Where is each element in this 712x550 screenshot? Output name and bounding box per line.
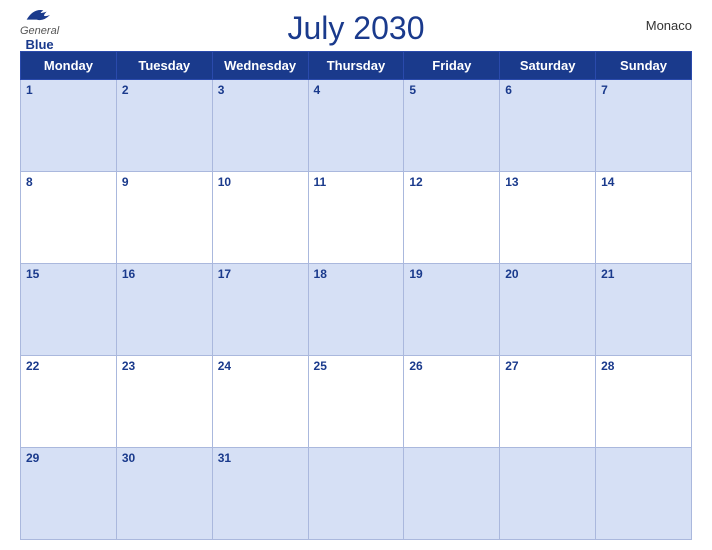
calendar-day-cell: 17 [212,264,308,356]
calendar-day-cell: 11 [308,172,404,264]
calendar-day-cell: 1 [21,80,117,172]
calendar-week-row: 1 2 3 4 5 6 7 [21,80,692,172]
calendar-day-cell: 3 [212,80,308,172]
calendar-week-row: 22 23 24 25 26 27 28 [21,356,692,448]
header-monday: Monday [21,52,117,80]
calendar-week-row: 29 30 31 [21,448,692,540]
header-thursday: Thursday [308,52,404,80]
day-number: 2 [122,83,129,97]
day-number: 28 [601,359,614,373]
calendar-day-cell: 12 [404,172,500,264]
logo-bird-icon [22,5,58,25]
calendar-day-cell: 5 [404,80,500,172]
day-number: 23 [122,359,135,373]
day-number: 5 [409,83,416,97]
calendar-body: 1234567891011121314151617181920212223242… [21,80,692,540]
day-number: 1 [26,83,33,97]
calendar-day-cell [308,448,404,540]
calendar-day-cell: 24 [212,356,308,448]
day-number: 15 [26,267,39,281]
day-number: 13 [505,175,518,189]
generalblue-logo: General Blue [20,5,59,52]
day-number: 21 [601,267,614,281]
calendar-week-row: 15 16 17 18 19 20 21 [21,264,692,356]
calendar-title: July 2030 [288,10,425,47]
calendar-day-cell: 20 [500,264,596,356]
day-number: 8 [26,175,33,189]
day-number: 11 [314,175,327,189]
calendar-day-cell: 23 [116,356,212,448]
weekday-header-row: Monday Tuesday Wednesday Thursday Friday… [21,52,692,80]
calendar-day-cell [596,448,692,540]
day-number: 12 [409,175,422,189]
day-number: 18 [314,267,327,281]
header-friday: Friday [404,52,500,80]
calendar-day-cell: 18 [308,264,404,356]
calendar-day-cell: 30 [116,448,212,540]
calendar-day-cell: 26 [404,356,500,448]
calendar-day-cell: 4 [308,80,404,172]
calendar-day-cell: 28 [596,356,692,448]
header-saturday: Saturday [500,52,596,80]
calendar-week-row: 8 9 10 11 12 13 14 [21,172,692,264]
calendar-day-cell: 2 [116,80,212,172]
day-number: 16 [122,267,135,281]
day-number: 7 [601,83,608,97]
header-sunday: Sunday [596,52,692,80]
day-number: 14 [601,175,614,189]
day-number: 29 [26,451,39,465]
calendar-day-cell: 13 [500,172,596,264]
day-number: 17 [218,267,231,281]
header-tuesday: Tuesday [116,52,212,80]
calendar-day-cell: 8 [21,172,117,264]
calendar-day-cell: 25 [308,356,404,448]
calendar-day-cell: 9 [116,172,212,264]
calendar-day-cell: 10 [212,172,308,264]
calendar-day-cell: 19 [404,264,500,356]
day-number: 9 [122,175,129,189]
day-number: 27 [505,359,518,373]
day-number: 19 [409,267,422,281]
day-number: 3 [218,83,225,97]
logo-general-text: General [20,25,59,37]
day-number: 26 [409,359,422,373]
day-number: 10 [218,175,231,189]
day-number: 22 [26,359,39,373]
calendar-day-cell: 29 [21,448,117,540]
calendar-day-cell: 7 [596,80,692,172]
calendar-day-cell: 16 [116,264,212,356]
day-number: 24 [218,359,231,373]
calendar-day-cell: 21 [596,264,692,356]
day-number: 30 [122,451,135,465]
calendar-day-cell [404,448,500,540]
logo-blue-text: Blue [25,37,53,52]
calendar-day-cell: 15 [21,264,117,356]
day-number: 4 [314,83,321,97]
region-label: Monaco [646,18,692,33]
calendar-day-cell: 6 [500,80,596,172]
calendar-table: Monday Tuesday Wednesday Thursday Friday… [20,51,692,540]
calendar-day-cell: 22 [21,356,117,448]
header-wednesday: Wednesday [212,52,308,80]
day-number: 6 [505,83,512,97]
calendar-day-cell: 31 [212,448,308,540]
day-number: 20 [505,267,518,281]
day-number: 31 [218,451,231,465]
calendar-day-cell [500,448,596,540]
calendar-day-cell: 14 [596,172,692,264]
day-number: 25 [314,359,327,373]
calendar-header: General Blue July 2030 Monaco [20,10,692,47]
calendar-day-cell: 27 [500,356,596,448]
